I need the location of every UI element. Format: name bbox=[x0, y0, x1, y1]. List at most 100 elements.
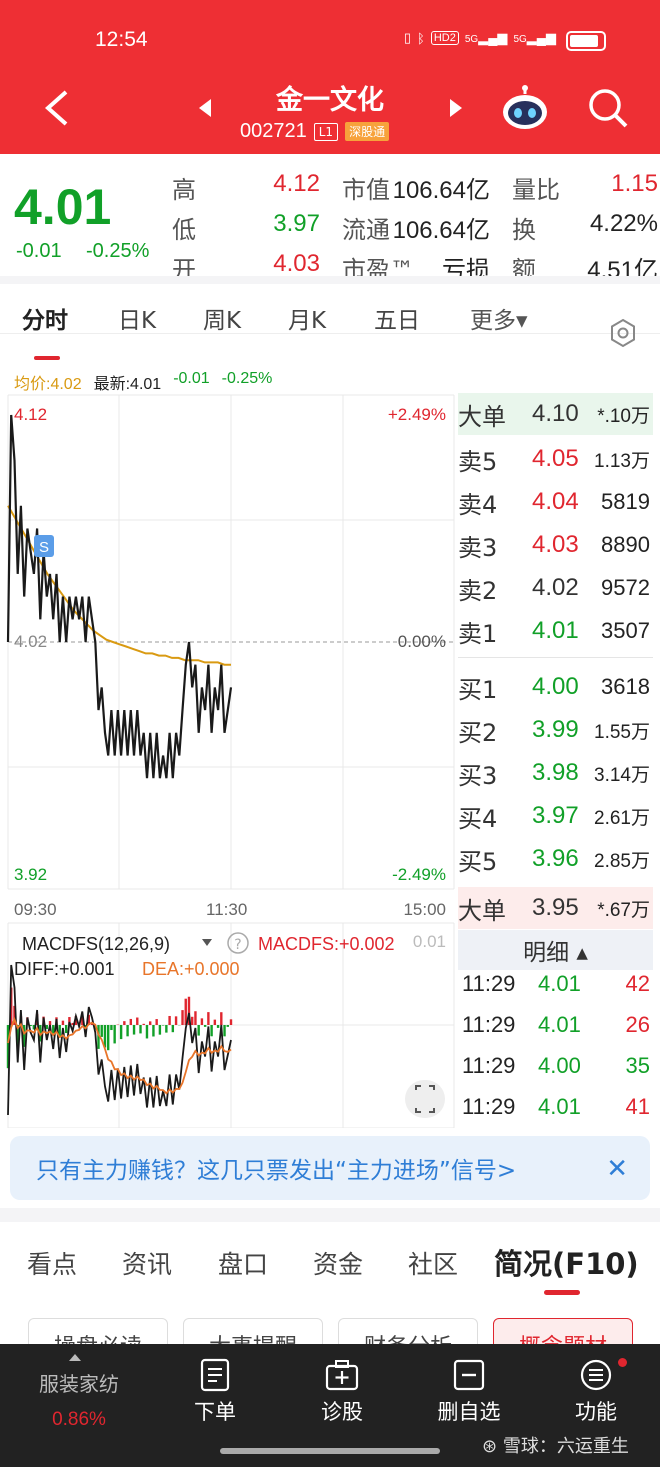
ask-price: 4.03 bbox=[532, 531, 579, 558]
high-value: 4.12 bbox=[273, 170, 320, 197]
nav-functions[interactable]: 功能 bbox=[551, 1358, 641, 1426]
tab-daily-k[interactable]: 日K bbox=[118, 301, 156, 335]
intraday-chart[interactable]: 4.12 4.02 3.92 +2.49% 0.00% -2.49% 09:30… bbox=[0, 393, 458, 1128]
nav-remove-watchlist-label: 删自选 bbox=[437, 1400, 501, 1424]
level-tag: L1 bbox=[313, 122, 339, 141]
expand-up-icon[interactable] bbox=[68, 1352, 82, 1362]
macd-bar bbox=[132, 1025, 136, 1035]
ask-row: 卖1 4.01 3507 bbox=[458, 610, 653, 652]
tab-market-depth[interactable]: 盘口 bbox=[218, 1245, 268, 1281]
macd-bar bbox=[200, 1018, 204, 1025]
subtab-financials[interactable]: 财务分析 bbox=[338, 1318, 478, 1344]
macd-bar bbox=[210, 1025, 213, 1037]
tab-more[interactable]: 更多▾ bbox=[470, 301, 528, 335]
snowball-logo-icon: ⊛ bbox=[482, 1436, 498, 1457]
subtab-concepts[interactable]: 概念题材 bbox=[493, 1318, 633, 1344]
intraday-change: -0.01 bbox=[173, 370, 210, 387]
y-bot-label: 3.92 bbox=[14, 865, 47, 884]
subtab-must-read[interactable]: 操盘必读 bbox=[28, 1318, 168, 1344]
tab-five-day[interactable]: 五日 bbox=[374, 301, 420, 335]
marker-label: S bbox=[39, 539, 49, 556]
tab-weekly-k[interactable]: 周K bbox=[203, 301, 241, 335]
order-icon bbox=[200, 1358, 230, 1392]
macd-bar bbox=[106, 1025, 110, 1051]
trade-row: 11:29 4.00 35 bbox=[462, 1046, 650, 1086]
tab-intraday[interactable]: 分时 bbox=[22, 301, 68, 335]
macd-bar bbox=[100, 1025, 103, 1037]
diagnose-icon bbox=[325, 1360, 359, 1391]
bid-price: 3.98 bbox=[532, 759, 579, 786]
macd-bar bbox=[126, 1025, 129, 1037]
tab-f10-overview[interactable]: 简况(F10) bbox=[494, 1241, 639, 1283]
bid-volume: 1.55万 bbox=[594, 721, 650, 743]
low-value: 3.97 bbox=[273, 210, 320, 237]
nav-remove-watchlist[interactable]: 删自选 bbox=[424, 1358, 514, 1426]
divider bbox=[0, 1208, 660, 1222]
low-label: 低 bbox=[172, 216, 196, 244]
float-label: 流通 bbox=[342, 216, 390, 244]
tab-monthly-k[interactable]: 月K bbox=[288, 301, 326, 335]
search-icon[interactable] bbox=[586, 86, 630, 130]
macd-bar bbox=[139, 1025, 142, 1034]
macd-bar bbox=[61, 1020, 65, 1025]
status-time: 12:54 bbox=[95, 28, 148, 51]
promo-banner[interactable]: 只有主力赚钱？这几只票发出“主力进场”信号> ✕ bbox=[10, 1136, 650, 1200]
trade-time: 11:29 bbox=[462, 1094, 516, 1119]
close-icon[interactable]: ✕ bbox=[606, 1154, 628, 1184]
banner-text[interactable]: 只有主力赚钱？这几只票发出“主力进场”信号> bbox=[36, 1151, 516, 1185]
macd-bar bbox=[207, 1012, 210, 1025]
bid-label: 买4 bbox=[458, 804, 498, 833]
macd-bar bbox=[152, 1025, 155, 1037]
macd-bar bbox=[213, 1019, 217, 1025]
subtab-events[interactable]: 大事提醒 bbox=[183, 1318, 323, 1344]
big-sell-price: 4.10 bbox=[532, 400, 579, 427]
price-change-pct: -0.25% bbox=[86, 240, 150, 262]
tab-underline bbox=[34, 356, 60, 360]
trade-volume: 41 bbox=[625, 1094, 650, 1119]
mktcap-value: 106.64亿 bbox=[392, 177, 490, 204]
robot-assistant-icon[interactable] bbox=[500, 84, 550, 132]
tab-community[interactable]: 社区 bbox=[408, 1245, 458, 1281]
macd-bar bbox=[226, 1025, 229, 1027]
chart-tabs: 分时 日K 周K 月K 五日 更多▾ bbox=[0, 284, 660, 334]
home-indicator[interactable] bbox=[220, 1448, 440, 1454]
bid-label: 买2 bbox=[458, 718, 498, 747]
bid-volume: 2.61万 bbox=[594, 807, 650, 829]
macd-bar bbox=[181, 1010, 184, 1025]
volratio-label: 量比 bbox=[512, 176, 560, 204]
ask-volume: 3507 bbox=[601, 618, 650, 643]
nav-order[interactable]: 下单 bbox=[170, 1358, 260, 1426]
macd-bar bbox=[197, 1025, 200, 1036]
nav-diagnose[interactable]: 诊股 bbox=[297, 1358, 387, 1426]
macd-bar bbox=[113, 1025, 116, 1044]
tab-news[interactable]: 资讯 bbox=[122, 1245, 172, 1281]
tab-highlights[interactable]: 看点 bbox=[27, 1245, 77, 1281]
remove-watchlist-icon bbox=[453, 1359, 485, 1391]
macd-bar bbox=[203, 1025, 207, 1027]
open-value: 4.03 bbox=[273, 250, 320, 277]
trade-price: 4.01 bbox=[538, 1094, 581, 1119]
ask-price: 4.04 bbox=[532, 488, 579, 515]
y-mid-label: 4.02 bbox=[14, 632, 47, 651]
macd-bar bbox=[174, 1016, 178, 1025]
tab-capital-flow[interactable]: 资金 bbox=[313, 1245, 363, 1281]
bid-volume: 3.14万 bbox=[594, 764, 650, 786]
settings-icon[interactable] bbox=[608, 318, 638, 348]
pct-top-label: +2.49% bbox=[388, 405, 446, 424]
last-price: 4.01 bbox=[14, 179, 112, 235]
ask-price: 4.01 bbox=[532, 617, 579, 644]
sector-info[interactable]: 服装家纺 0.86% bbox=[24, 1368, 134, 1431]
trade-volume: 35 bbox=[625, 1053, 650, 1078]
macd-title[interactable]: MACDFS(12,26,9) bbox=[22, 934, 170, 954]
next-stock-icon[interactable] bbox=[448, 97, 464, 119]
fullscreen-button[interactable] bbox=[405, 1080, 445, 1118]
bid-row: 买3 3.98 3.14万 bbox=[458, 752, 653, 794]
hd-icon: HD2 bbox=[430, 31, 459, 45]
high-label: 高 bbox=[172, 176, 196, 204]
macd-bar bbox=[223, 1025, 226, 1037]
ask-row: 卖3 4.03 8890 bbox=[458, 524, 653, 566]
bid-row: 买4 3.97 2.61万 bbox=[458, 795, 653, 837]
big-buy-price: 3.95 bbox=[532, 894, 579, 921]
macd-dropdown-icon[interactable] bbox=[202, 939, 212, 946]
bid-label: 买5 bbox=[458, 847, 498, 876]
